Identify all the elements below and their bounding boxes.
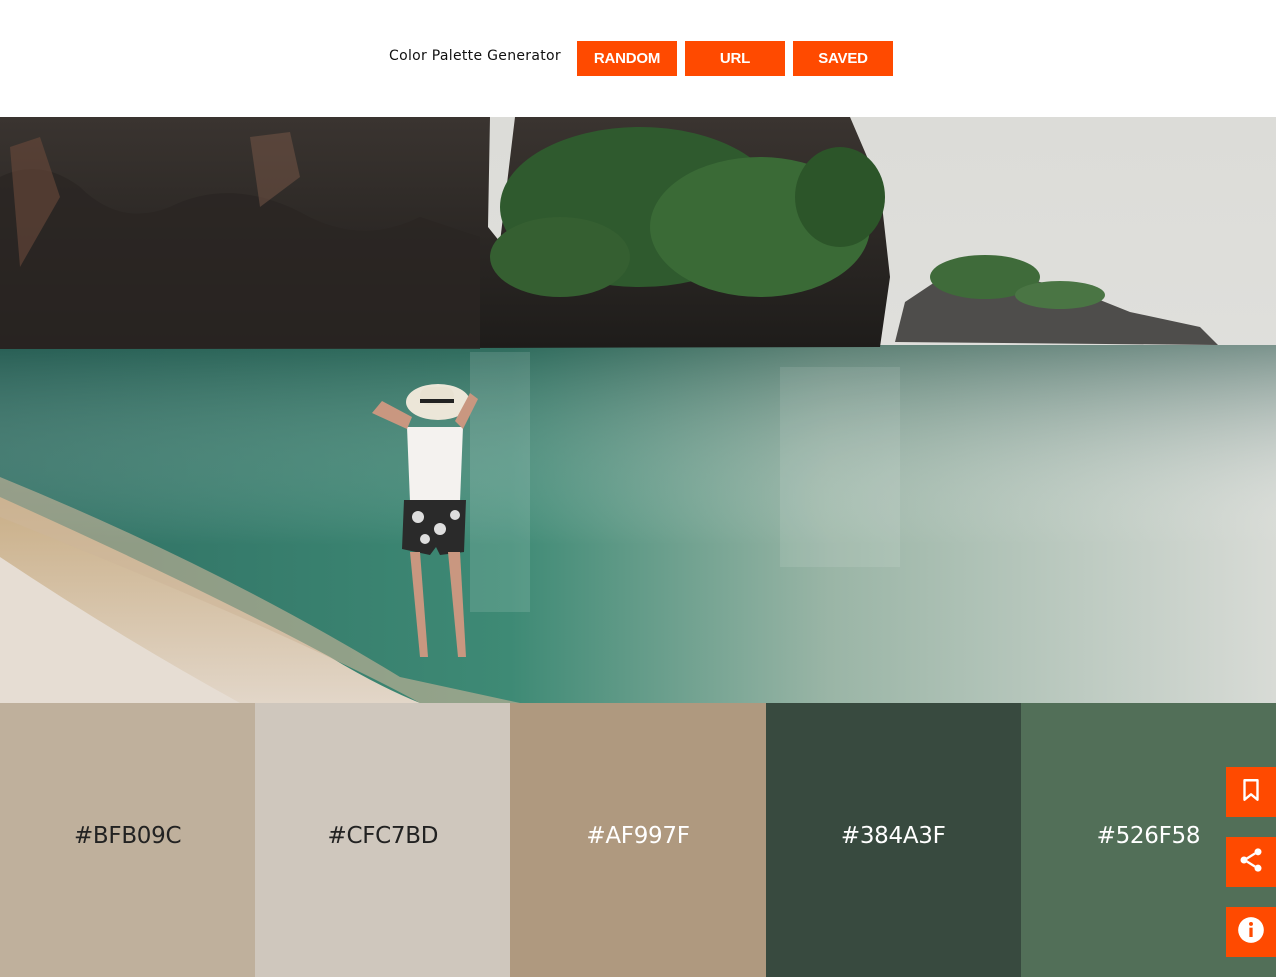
swatch-4[interactable]: #384A3F bbox=[765, 703, 1021, 977]
info-button[interactable] bbox=[1226, 907, 1276, 957]
side-action-bar bbox=[1226, 767, 1276, 977]
app-title: Color Palette Generator bbox=[389, 48, 561, 64]
swatch-1[interactable]: #BFB09C bbox=[0, 703, 256, 977]
bookmark-button[interactable] bbox=[1226, 767, 1276, 817]
share-button[interactable] bbox=[1226, 837, 1276, 887]
color-palette: #BFB09C #CFC7BD #AF997F #384A3F #526F58 bbox=[0, 703, 1276, 977]
saved-button[interactable]: SAVED bbox=[793, 41, 893, 76]
random-button[interactable]: RANDOM bbox=[577, 41, 677, 76]
info-icon bbox=[1237, 916, 1265, 948]
swatch-2[interactable]: #CFC7BD bbox=[255, 703, 511, 977]
swatch-hex-label: #CFC7BD bbox=[327, 823, 439, 849]
url-button[interactable]: URL bbox=[685, 41, 785, 76]
swatch-hex-label: #AF997F bbox=[586, 823, 690, 849]
swatch-hex-label: #BFB09C bbox=[73, 823, 182, 849]
top-bar: Color Palette Generator RANDOM URL SAVED bbox=[0, 0, 1276, 117]
swatch-hex-label: #384A3F bbox=[840, 823, 946, 849]
share-icon bbox=[1237, 846, 1265, 878]
swatch-3[interactable]: #AF997F bbox=[510, 703, 766, 977]
source-photo bbox=[0, 117, 1276, 703]
bookmark-icon bbox=[1238, 777, 1264, 807]
